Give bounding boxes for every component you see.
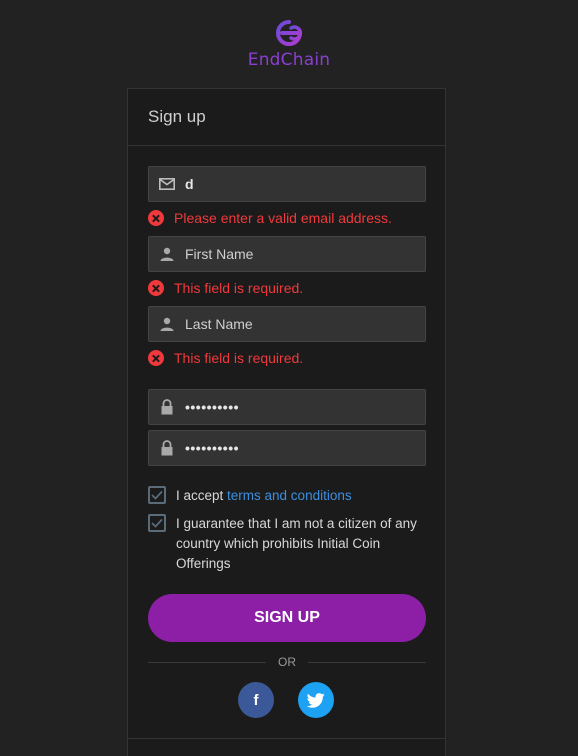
signup-card: Sign up Please enter a valid email addre… [127,88,446,756]
brand-logo: EndChain [0,18,578,74]
card-header: Sign up [128,89,445,146]
error-icon [148,350,164,366]
first-name-error: This field is required. [148,279,303,297]
user-icon [149,307,185,341]
password-field[interactable] [148,389,426,425]
divider-line [308,661,426,663]
lock-icon [149,431,185,465]
email-field[interactable] [148,166,426,202]
terms-checkbox[interactable] [148,486,166,504]
divider-line [148,661,266,663]
email-error: Please enter a valid email address. [148,209,392,227]
first-name-input[interactable] [185,237,425,271]
last-name-input[interactable] [185,307,425,341]
error-icon [148,210,164,226]
facebook-icon: f [253,691,259,709]
facebook-button[interactable]: f [238,682,274,718]
first-name-field[interactable] [148,236,426,272]
citizen-checkbox[interactable] [148,514,166,532]
first-name-error-text: This field is required. [174,280,304,296]
card-title: Sign up [148,107,206,126]
confirm-password-field[interactable] [148,430,426,466]
or-divider: OR [148,654,426,670]
check-icon [151,490,163,500]
terms-label: I accept terms and conditions [176,486,352,506]
user-icon [149,237,185,271]
mail-icon [149,167,185,201]
lock-icon [149,390,185,424]
error-icon [148,280,164,296]
endchain-logo-icon [276,20,303,46]
confirm-password-input[interactable] [185,431,425,465]
password-input[interactable] [185,390,425,424]
brand-name: EndChain [247,50,331,70]
terms-row: I accept terms and conditions [148,486,428,506]
email-error-text: Please enter a valid email address. [174,210,392,226]
twitter-icon [307,692,325,708]
last-name-error: This field is required. [148,349,303,367]
check-icon [151,518,163,528]
twitter-button[interactable] [298,682,334,718]
last-name-error-text: This field is required. [174,350,304,366]
or-text: OR [278,655,296,669]
signup-button[interactable]: SIGN UP [148,594,426,642]
citizen-row: I guarantee that I am not a citizen of a… [148,514,428,574]
last-name-field[interactable] [148,306,426,342]
email-input[interactable] [185,167,425,201]
card-footer-divider [128,738,445,739]
terms-prefix: I accept [176,488,228,503]
citizen-label: I guarantee that I am not a citizen of a… [176,516,417,571]
terms-link[interactable]: terms and conditions [227,488,352,503]
